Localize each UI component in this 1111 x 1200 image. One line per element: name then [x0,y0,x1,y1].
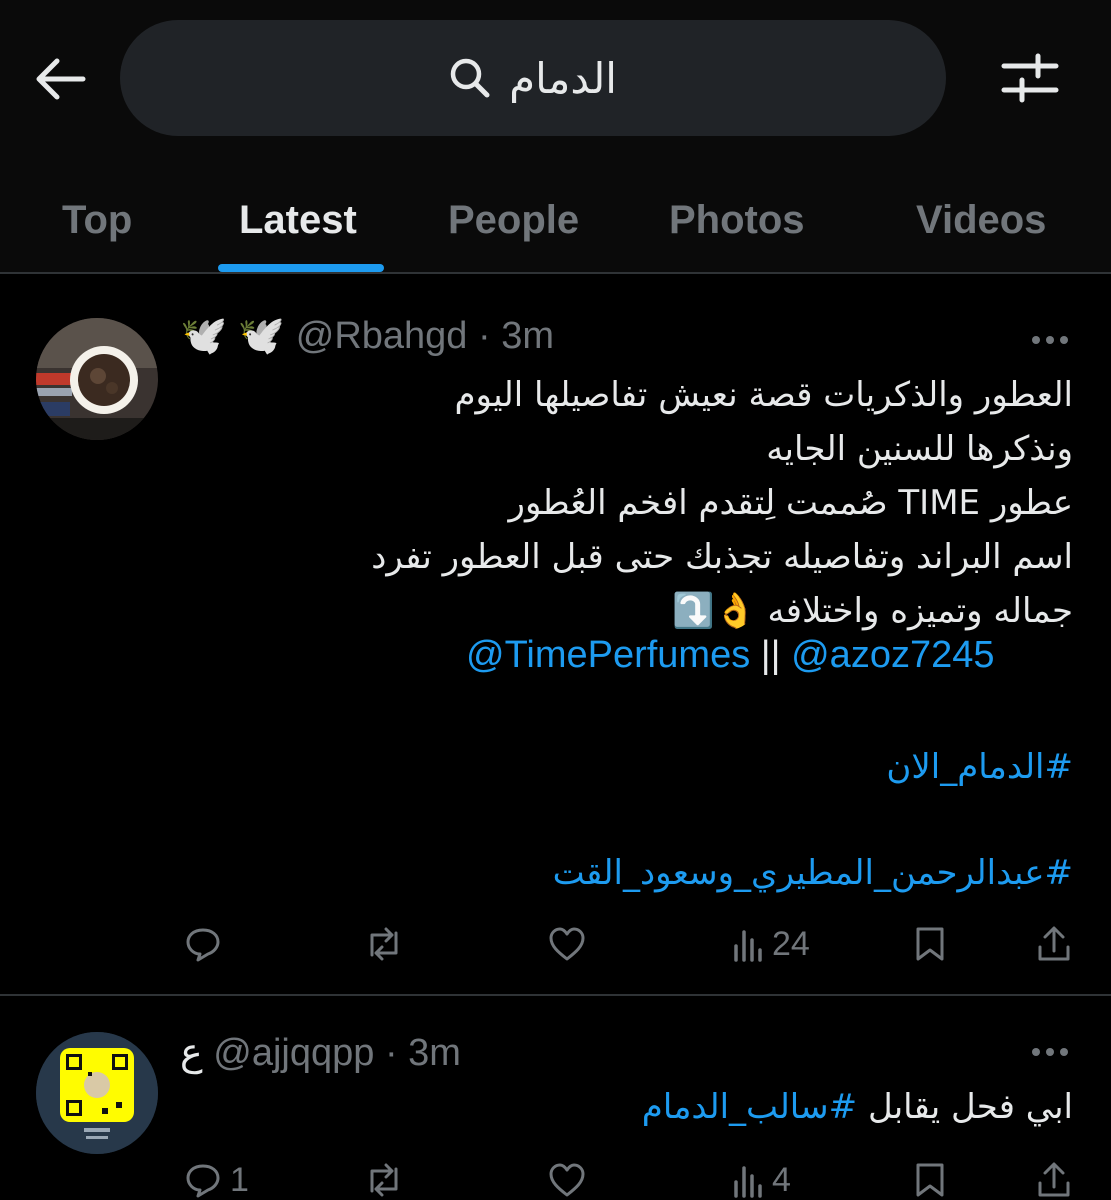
hashtag-line: #عبدالرحمن_المطيري_وسعود_القت [553,846,1073,900]
share-button[interactable] [1036,914,1072,974]
more-icon-dot [1060,336,1068,344]
views-icon [734,930,762,962]
retweet-button[interactable] [364,1150,412,1200]
tweet[interactable]: ع @ajjqqpp · 3m ابي فحل يقابل #سالب_الدم… [0,996,1111,1200]
more-button[interactable] [1020,320,1080,360]
tweet-actions: 24 [0,914,1111,974]
tweet-line: اسم البراند وتفاصيله تجذبك حتى قبل العطو… [371,537,1073,577]
more-icon-dot [1046,336,1054,344]
tab-photos[interactable]: Photos [669,180,805,260]
retweet-icon [370,1163,398,1197]
timestamp[interactable]: 3m [501,315,554,357]
more-button[interactable] [1020,1032,1080,1072]
tab-people[interactable]: People [448,180,579,260]
more-icon-dot [1060,1048,1068,1056]
active-tab-indicator [218,264,384,272]
views-button[interactable]: 4 [732,1150,791,1200]
bookmark-icon [916,1163,944,1197]
separator-dot: · [467,315,502,357]
tab-top[interactable]: Top [62,180,132,260]
display-name[interactable]: 🕊️ 🕊️ [180,315,285,357]
tweet-line: ونذكرها للسنين الجايه [766,429,1073,469]
mention-separator: || [760,634,781,676]
hashtag-line: #الدمام_الان [886,740,1073,794]
tab-latest[interactable]: Latest [239,180,357,260]
reply-button[interactable] [184,914,230,974]
bookmark-icon [916,927,944,961]
bookmark-button[interactable] [914,914,946,974]
hashtag-link[interactable]: #الدمام_الان [886,747,1073,787]
reply-icon [186,928,220,962]
reply-icon [186,1164,220,1198]
retweet-button[interactable] [364,914,412,974]
handle[interactable]: @ajjqqpp [213,1032,374,1074]
tweet-text: ابي فحل يقابل [867,1087,1073,1127]
tweet-author: ع @ajjqqpp · 3m [180,1030,461,1075]
share-icon [1038,1162,1070,1197]
tweet-author: 🕊️ 🕊️ @Rbahgd · 3m [180,314,554,358]
avatar[interactable] [36,318,158,440]
tweet-line: عطور TIME صُممت لِتقدم افخم العُطور [508,483,1073,523]
mention-link[interactable]: @TimePerfumes [466,634,750,676]
views-icon [734,1166,762,1198]
retweet-icon [370,927,398,961]
search-query: الدمام [509,53,617,103]
reply-button[interactable]: 1 [184,1150,249,1200]
like-button[interactable] [548,1150,594,1200]
share-icon [1038,926,1070,961]
search-tabs: Top Latest People Photos Videos [0,168,1111,272]
tab-videos[interactable]: Videos [916,180,1046,260]
share-button[interactable] [1036,1150,1072,1200]
mention-link[interactable]: @azoz7245 [791,634,994,676]
more-icon [1032,336,1040,344]
reply-count: 1 [230,1160,249,1199]
tweet-line: جماله وتميزه واختلافه 👌⤵️ [672,591,1073,631]
views-count: 4 [772,1160,791,1199]
back-arrow-icon [36,58,86,100]
search-filter-button[interactable] [996,44,1064,112]
search-input[interactable]: الدمام [120,20,946,136]
views-button[interactable]: 24 [732,914,810,974]
more-icon [1032,1048,1040,1056]
like-icon [549,927,585,961]
avatar[interactable] [36,1032,158,1154]
separator-dot: · [374,1032,409,1074]
display-name[interactable]: ع [180,1032,203,1074]
tweet-body: العطور والذكريات قصة نعيش تفاصيلها اليوم… [371,368,1073,638]
hashtag-link[interactable]: #سالب_الدمام [642,1087,857,1127]
bookmark-button[interactable] [914,1150,946,1200]
tweet-body: ابي فحل يقابل #سالب_الدمام [642,1080,1073,1134]
more-icon-dot [1046,1048,1054,1056]
tweet-actions: 1 4 [0,1150,1111,1200]
handle[interactable]: @Rbahgd [296,315,468,357]
tweet-line: العطور والذكريات قصة نعيش تفاصيلها اليوم [454,375,1073,415]
views-count: 24 [772,924,810,963]
tweet[interactable]: 🕊️ 🕊️ @Rbahgd · 3m العطور والذكريات قصة … [0,274,1111,996]
search-header: الدمام Top Latest People Photos Videos [0,0,1111,272]
like-icon [549,1163,585,1197]
mentions: @TimePerfumes || @azoz7245 [466,634,995,677]
hashtag-link[interactable]: #عبدالرحمن_المطيري_وسعود_القت [553,853,1073,893]
like-button[interactable] [548,914,594,974]
filter-icon [1001,53,1059,103]
back-button[interactable] [30,48,92,110]
search-icon [450,58,490,98]
timestamp[interactable]: 3m [408,1032,461,1074]
